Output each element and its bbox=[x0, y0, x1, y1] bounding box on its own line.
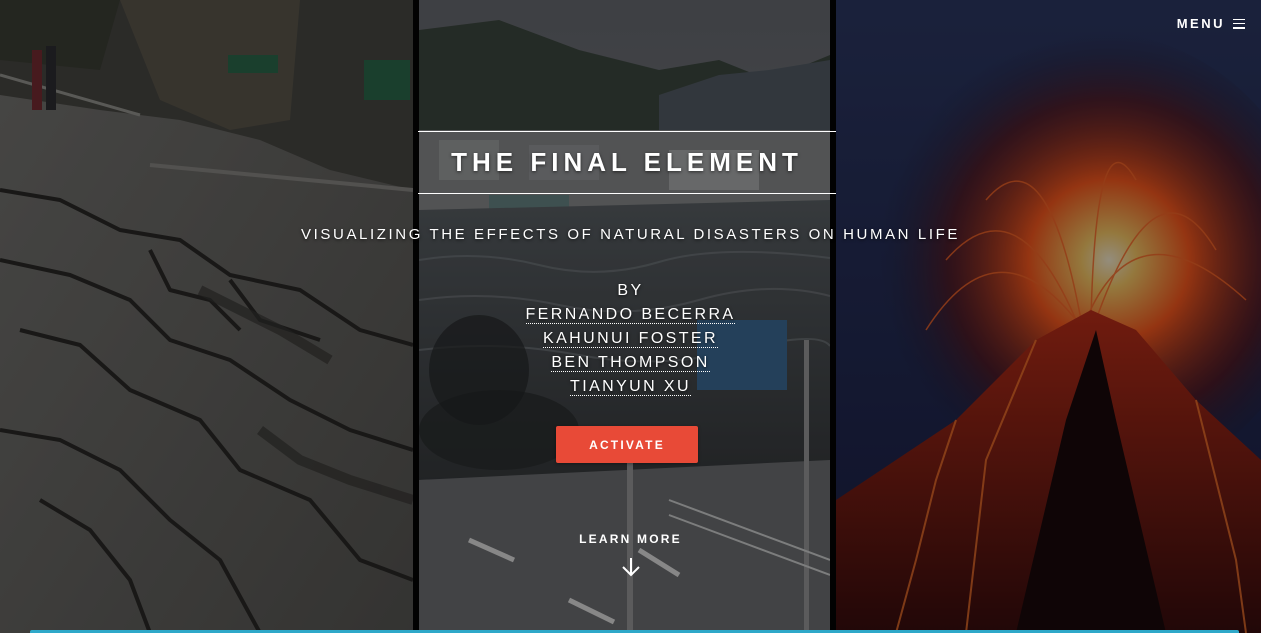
author-link-kahunui-foster[interactable]: KAHUNUI FOSTER bbox=[543, 330, 718, 348]
title-block: THE FINAL ELEMENT bbox=[418, 131, 836, 194]
landing-page: MENU THE FINAL ELEMENT VISUALIZING THE E… bbox=[0, 0, 1261, 633]
author-item: FERNANDO BECERRA bbox=[0, 303, 1261, 327]
author-link-ben-thompson[interactable]: BEN THOMPSON bbox=[551, 354, 710, 372]
author-item: KAHUNUI FOSTER bbox=[0, 327, 1261, 351]
by-label: BY bbox=[617, 282, 644, 299]
learn-more-link[interactable]: LEARN MORE bbox=[0, 532, 1261, 583]
author-list: FERNANDO BECERRA KAHUNUI FOSTER BEN THOM… bbox=[0, 303, 1261, 399]
activate-button[interactable]: ACTIVATE bbox=[556, 426, 698, 463]
arrow-down-icon bbox=[621, 556, 641, 583]
page-title: THE FINAL ELEMENT bbox=[451, 147, 803, 177]
byline: BY FERNANDO BECERRA KAHUNUI FOSTER BEN T… bbox=[0, 279, 1261, 399]
author-item: TIANYUN XU bbox=[0, 375, 1261, 399]
learn-more-label: LEARN MORE bbox=[579, 532, 682, 546]
menu-button[interactable]: MENU bbox=[1177, 16, 1245, 31]
author-item: BEN THOMPSON bbox=[0, 351, 1261, 375]
menu-label: MENU bbox=[1176, 16, 1225, 31]
hamburger-icon bbox=[1233, 18, 1245, 29]
author-link-tianyun-xu[interactable]: TIANYUN XU bbox=[570, 378, 691, 396]
page-subtitle: VISUALIZING THE EFFECTS OF NATURAL DISAS… bbox=[301, 226, 960, 243]
author-link-fernando-becerra[interactable]: FERNANDO BECERRA bbox=[525, 306, 736, 324]
